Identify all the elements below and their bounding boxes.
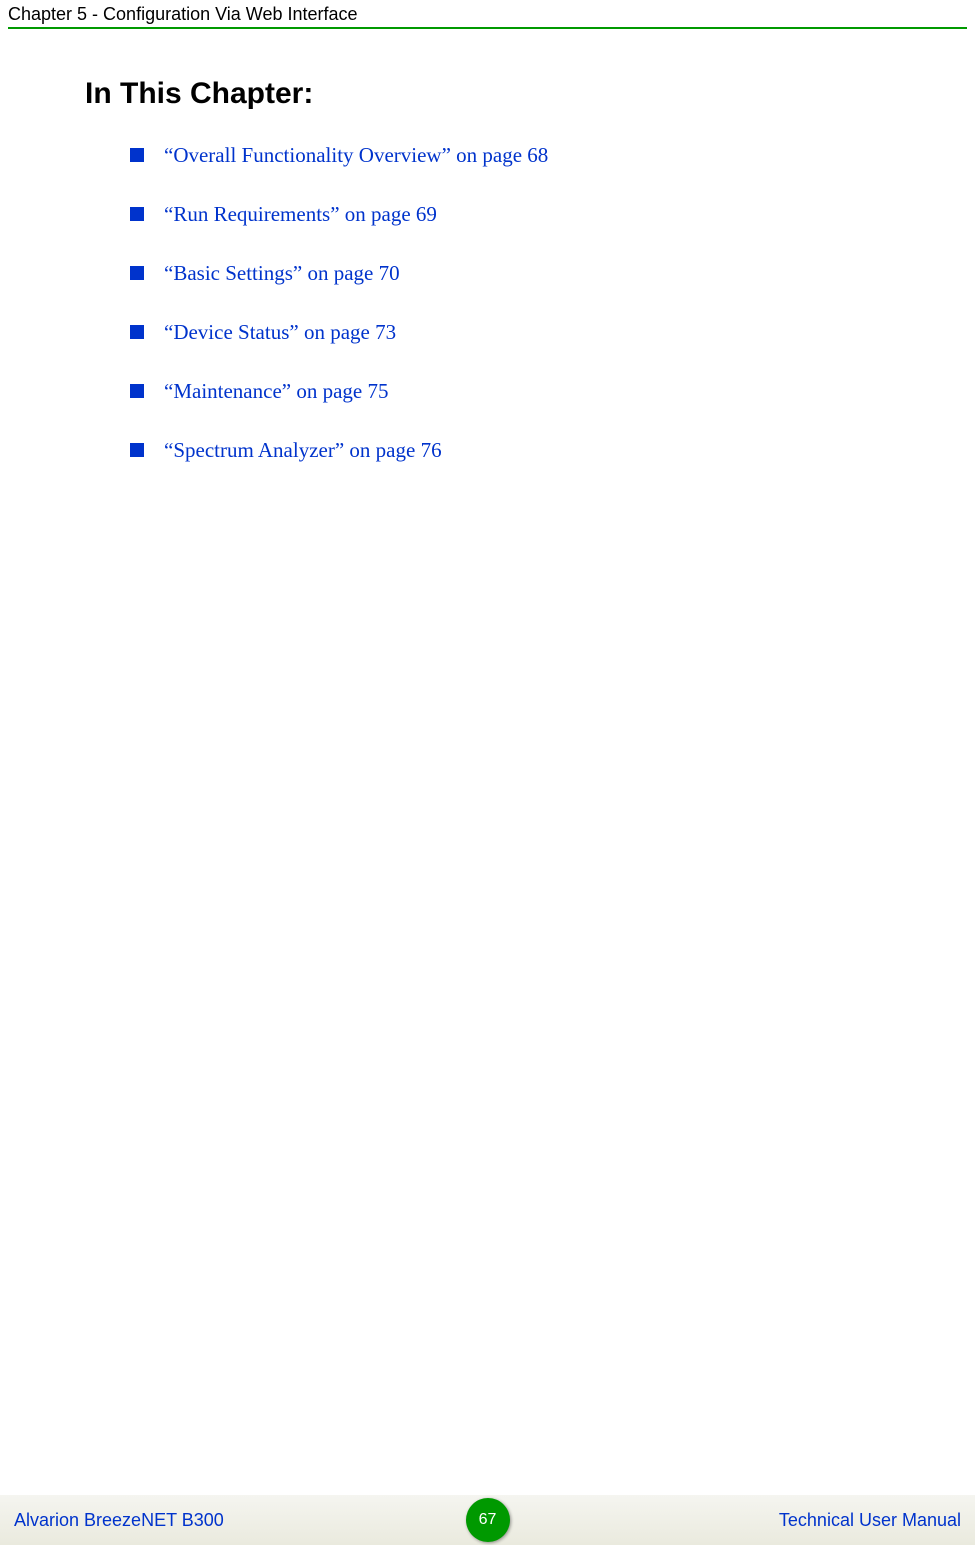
toc-item: “Overall Functionality Overview” on page… <box>130 143 548 168</box>
page-container: Chapter 5 - Configuration Via Web Interf… <box>0 0 975 1545</box>
toc-link[interactable]: “Maintenance” on page 75 <box>164 379 388 404</box>
square-bullet-icon <box>130 325 144 339</box>
square-bullet-icon <box>130 207 144 221</box>
toc-item: “Device Status” on page 73 <box>130 320 548 345</box>
square-bullet-icon <box>130 443 144 457</box>
square-bullet-icon <box>130 384 144 398</box>
toc-item: “Basic Settings” on page 70 <box>130 261 548 286</box>
section-title: In This Chapter: <box>85 77 313 111</box>
page-header: Chapter 5 - Configuration Via Web Interf… <box>0 0 975 31</box>
toc-item: “Spectrum Analyzer” on page 76 <box>130 438 548 463</box>
toc-link[interactable]: “Overall Functionality Overview” on page… <box>164 143 548 168</box>
square-bullet-icon <box>130 266 144 280</box>
chapter-header-text: Chapter 5 - Configuration Via Web Interf… <box>8 4 967 25</box>
square-bullet-icon <box>130 148 144 162</box>
toc-link[interactable]: “Device Status” on page 73 <box>164 320 396 345</box>
footer-product-name: Alvarion BreezeNET B300 <box>14 1510 224 1531</box>
toc-list: “Overall Functionality Overview” on page… <box>130 143 548 497</box>
toc-link[interactable]: “Run Requirements” on page 69 <box>164 202 437 227</box>
page-body: In This Chapter: “Overall Functionality … <box>0 31 975 1495</box>
page-number-badge: 67 <box>466 1498 510 1542</box>
toc-link[interactable]: “Spectrum Analyzer” on page 76 <box>164 438 442 463</box>
toc-item: “Run Requirements” on page 69 <box>130 202 548 227</box>
toc-link[interactable]: “Basic Settings” on page 70 <box>164 261 400 286</box>
header-rule <box>8 27 967 29</box>
page-footer: Alvarion BreezeNET B300 67 Technical Use… <box>0 1495 975 1545</box>
footer-manual-title: Technical User Manual <box>779 1510 961 1531</box>
page-number: 67 <box>479 1511 497 1529</box>
toc-item: “Maintenance” on page 75 <box>130 379 548 404</box>
